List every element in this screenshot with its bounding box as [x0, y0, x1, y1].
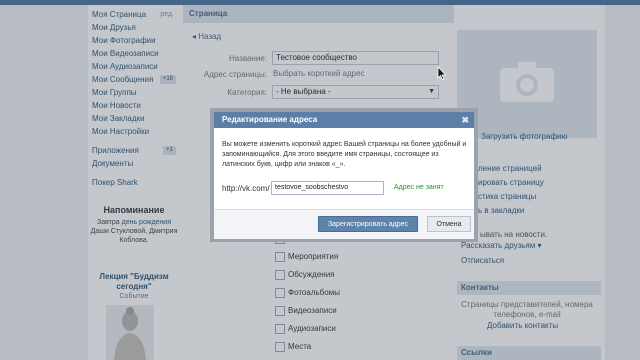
dialog-description: Вы можете изменить короткий адрес Вашей … — [222, 141, 467, 168]
short-address-input[interactable]: testovoe_soobschestvo — [271, 181, 384, 195]
mouse-cursor-icon — [437, 66, 447, 80]
dialog-titlebar: Редактирование адреса ✖ — [214, 112, 474, 128]
address-status: Адрес не занят — [394, 184, 444, 191]
dialog-footer: Зарегистрировать адрес Отмена — [214, 209, 474, 239]
register-address-button[interactable]: Зарегистрировать адрес — [318, 216, 418, 232]
close-icon[interactable]: ✖ — [461, 112, 469, 128]
dialog-title: Редактирование адреса — [222, 115, 318, 124]
edit-address-dialog: Редактирование адреса ✖ Вы можете измени… — [210, 108, 478, 242]
cancel-button[interactable]: Отмена — [427, 216, 471, 232]
url-prefix: http://vk.com/ — [222, 184, 270, 193]
